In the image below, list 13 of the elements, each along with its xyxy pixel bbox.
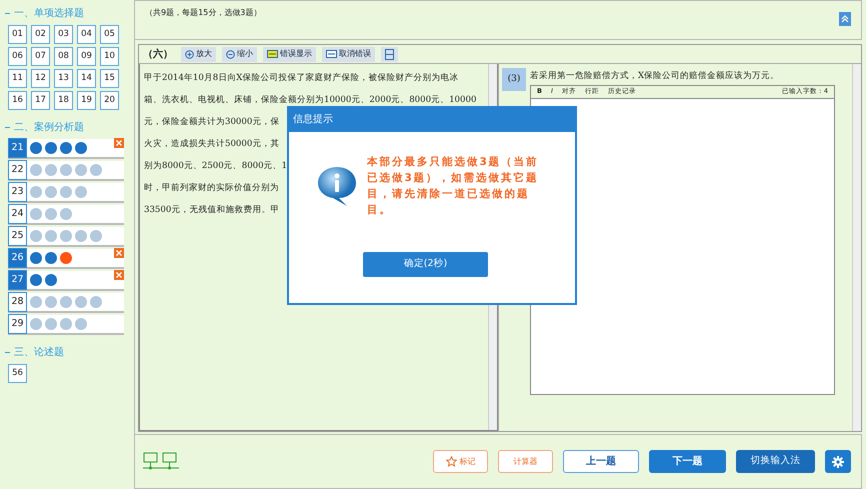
score-note: （共9题，每题15分，选做3题） [145,7,262,19]
passage-line: 火灾，造成损失共计50000元，其 [144,138,280,151]
question-number: (3) [502,68,526,91]
passage-line: 箱、洗衣机、电视机、床铺，保险金额分别为10000元、2000元、8000元、10000 [144,94,476,107]
passage-line: 别为8000元、2500元、8000元、1 [144,160,288,173]
passage-line: 甲于2014年10月8日向X保险公司投保了家庭财产保险，被保险财产分别为电冰 [144,72,458,85]
passage-line: 元，保险金额共计为30000元，保 [144,116,280,129]
passage-line: 时，甲前列家财的实际价值分别为 [144,182,279,195]
dialog-title: 信息提示 [289,108,575,132]
question-text: 若采用第一危险赔偿方式，X保险公司的赔偿金额应该为万元。 [530,70,780,82]
passage-number: （六） [143,47,174,62]
passage-line: 33500元，无残值和施救费用。甲 [144,204,280,217]
dialog-message: 本部分最多只能选做3题（当前已选做3题），如需选做其它题目，请先清除一道已选做的题目。 [367,155,539,218]
